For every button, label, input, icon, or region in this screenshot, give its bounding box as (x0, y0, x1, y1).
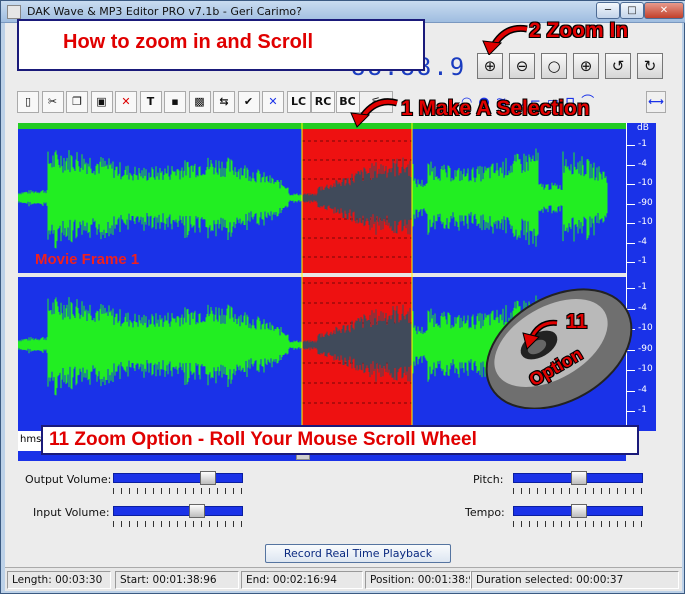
heading-text: How to zoom in and Scroll (63, 31, 313, 53)
db-tick-label: -1 (638, 282, 647, 292)
db-tick-label: -90 (638, 343, 653, 354)
make-selection-callout: 1 Make A Selection (401, 97, 590, 120)
zoom-fit-icon[interactable]: ○ (541, 53, 567, 79)
save-all-icon[interactable]: ▩ (188, 91, 211, 113)
status-bar: Length: 00:03:30 Start: 00:01:38:96 End:… (5, 567, 682, 591)
db-tick-label: -1 (638, 405, 647, 415)
zoom-out-icon[interactable]: ⊖ (509, 53, 535, 79)
db-tick-mark (627, 164, 635, 166)
db-tick-label: -10 (638, 217, 653, 227)
scroll-tip-callout: 11 Zoom Option - Roll Your Mouse Scroll … (41, 425, 639, 455)
db-tick-label: -4 (638, 302, 647, 313)
tempo-thumb[interactable] (571, 504, 587, 518)
maximize-button[interactable]: □ (620, 2, 644, 19)
save-icon[interactable]: ▪ (164, 91, 186, 113)
swap-icon[interactable]: ⇆ (213, 91, 235, 113)
app-window: DAK Wave & MP3 Editor PRO v7.1b - Geri C… (0, 0, 685, 594)
record-playback-button[interactable]: Record Real Time Playback (265, 544, 451, 563)
status-start: Start: 00:01:38:96 (115, 571, 239, 589)
cut-icon[interactable]: ✂ (41, 91, 64, 113)
db-tick-label: -1 (638, 139, 647, 149)
scroll-tip-text: 11 Zoom Option - Roll Your Mouse Scroll … (49, 429, 477, 450)
zoom-in-callout: 2 Zoom In (529, 19, 629, 42)
selection-arrow (350, 98, 398, 128)
db-tick-label: -1 (638, 256, 647, 266)
db-tick-mark (627, 262, 635, 263)
db-tick-label: -4 (638, 236, 647, 247)
trim-icon[interactable]: T (139, 91, 162, 113)
minimize-button[interactable]: ─ (596, 2, 620, 19)
db-tick-label: -4 (638, 384, 647, 395)
time-ruler-unit: hms (20, 434, 42, 445)
db-tick-mark (627, 411, 635, 412)
db-tick-mark (627, 203, 635, 205)
output-volume-slider[interactable] (113, 471, 243, 485)
status-length: Length: 00:03:30 (7, 571, 111, 589)
db-tick-mark (627, 145, 635, 146)
window-title: DAK Wave & MP3 Editor PRO v7.1b - Geri C… (27, 5, 302, 18)
redo-zoom-icon[interactable]: ↻ (637, 53, 663, 79)
input-volume-slider[interactable] (113, 504, 243, 518)
option-number: 11 (566, 311, 588, 333)
db-tick-label: -10 (638, 323, 653, 333)
pitch-ticks (513, 488, 643, 494)
db-tick-label: -10 (638, 364, 653, 374)
pitch-slider[interactable] (513, 471, 643, 485)
heading-callout: How to zoom in and Scroll (17, 19, 425, 71)
db-tick-mark (627, 184, 635, 185)
pitch-label: Pitch: (473, 473, 504, 486)
copy-icon[interactable]: ❐ (66, 91, 88, 113)
app-icon (7, 5, 21, 19)
db-tick-mark (627, 242, 635, 244)
zoom-in-icon[interactable]: ⊕ (477, 53, 503, 79)
status-duration: Duration selected: 00:00:37 (471, 571, 679, 589)
close-button[interactable]: ✕ (644, 2, 684, 19)
db-tick-mark (627, 223, 635, 224)
lc-icon[interactable]: LC (286, 91, 311, 113)
zoom-arrow (482, 24, 528, 55)
db-tick-label: -4 (638, 158, 647, 169)
movie-frame-label: Movie Frame 1 (35, 251, 140, 268)
output-volume-label: Output Volume: (25, 473, 112, 486)
status-position: Position: 00:01:38:96 (365, 571, 471, 589)
check-icon[interactable]: ✔ (237, 91, 260, 113)
status-end: End: 00:02:16:94 (241, 571, 363, 589)
db-tick-label: -90 (638, 197, 653, 208)
output-volume-thumb[interactable] (199, 471, 216, 485)
db-tick-label: -10 (638, 178, 653, 188)
output-volume-ticks (113, 488, 243, 494)
undo-zoom-icon[interactable]: ↺ (605, 53, 631, 79)
paste-icon[interactable]: ▣ (90, 91, 113, 113)
new-icon[interactable]: ▯ (17, 91, 39, 113)
input-volume-thumb[interactable] (189, 504, 206, 518)
db-unit-label: dB (637, 123, 649, 133)
tempo-slider[interactable] (513, 504, 643, 518)
input-volume-ticks (113, 521, 243, 527)
pitch-thumb[interactable] (571, 471, 587, 485)
zoom-selection-icon[interactable]: ⊕ (573, 53, 599, 79)
input-volume-label: Input Volume: (33, 506, 110, 519)
fit-width-icon[interactable]: ⟷ (646, 91, 666, 113)
rc-icon[interactable]: RC (311, 91, 335, 113)
tempo-ticks (513, 521, 643, 527)
delete-icon[interactable]: ✕ (115, 91, 137, 113)
mouse-icon (485, 288, 633, 409)
tempo-label: Tempo: (465, 506, 505, 519)
cancel-icon[interactable]: ✕ (262, 91, 284, 113)
